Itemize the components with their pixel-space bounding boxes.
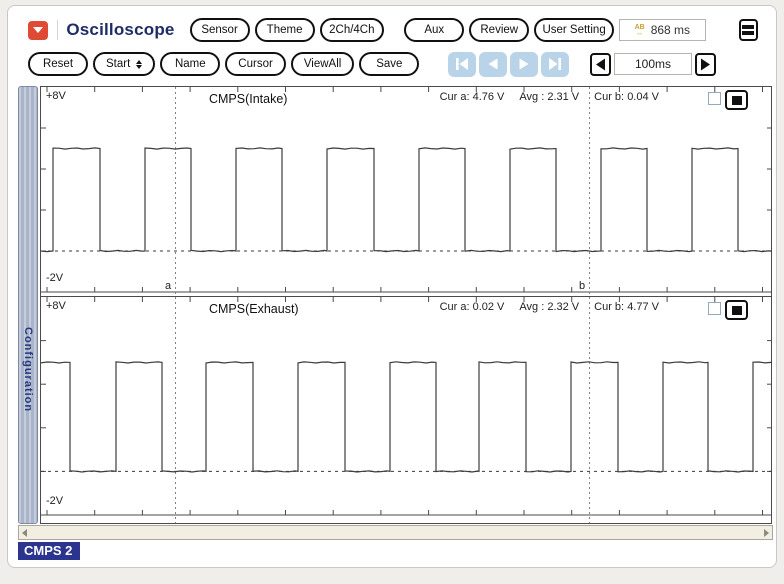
page-title: Oscilloscope	[66, 20, 174, 40]
timebase-value: 100ms	[614, 53, 692, 75]
cursor-a-readout: Cur a: 0.02 V	[440, 301, 505, 313]
avg-readout: Avg : 2.31 V	[519, 91, 579, 103]
chart-panel-intake: ab +8V CMPS(Intake) Cur a: 4.76 V Avg : …	[41, 87, 771, 297]
scroll-right-icon[interactable]	[764, 529, 769, 537]
cursor-delta-time-display: AB ↔ 868 ms	[619, 19, 706, 41]
y-axis-bottom-label: -2V	[46, 272, 63, 284]
menu-icon[interactable]	[739, 19, 758, 41]
cursor-button[interactable]: Cursor	[225, 52, 286, 76]
step-forward-button[interactable]	[510, 52, 538, 77]
skip-first-button[interactable]	[448, 52, 476, 77]
skip-last-button[interactable]	[541, 52, 569, 77]
channel-color-button[interactable]	[725, 90, 748, 110]
right-triangle-icon	[700, 58, 711, 71]
separator	[57, 20, 58, 40]
horizontal-scrollbar[interactable]	[18, 525, 773, 540]
main-area: Configuration ab +8V CMPS(Intake) Cur a:…	[18, 86, 772, 524]
playback-controls	[448, 52, 569, 77]
left-triangle-icon	[595, 58, 606, 71]
cursor-a-label: a	[165, 280, 172, 292]
theme-button[interactable]: Theme	[255, 18, 315, 42]
avg-readout: Avg : 2.32 V	[519, 301, 579, 313]
measurement-readouts: Cur a: 0.02 V Avg : 2.32 V Cur b: 4.77 V	[440, 301, 659, 313]
channel-tab-cmps2[interactable]: CMPS 2	[18, 542, 80, 560]
timebase-control: 100ms	[590, 53, 716, 76]
step-forward-icon	[517, 58, 531, 70]
waveform-plot-intake[interactable]: ab	[41, 87, 772, 297]
review-button[interactable]: Review	[469, 18, 529, 42]
viewall-button[interactable]: ViewAll	[291, 52, 355, 76]
timebase-increase-button[interactable]	[695, 53, 716, 76]
cursor-b-readout: Cur b: 0.04 V	[594, 91, 659, 103]
name-button[interactable]: Name	[160, 52, 220, 76]
step-back-button[interactable]	[479, 52, 507, 77]
dropdown-triangle-icon	[33, 27, 43, 33]
app-window: Oscilloscope Sensor Theme 2Ch/4Ch Aux Re…	[7, 5, 777, 568]
measurement-readouts: Cur a: 4.76 V Avg : 2.31 V Cur b: 0.04 V	[440, 91, 659, 103]
chart-panel-exhaust: +8V CMPS(Exhaust) Cur a: 0.02 V Avg : 2.…	[41, 297, 771, 523]
app-dropdown-button[interactable]	[28, 21, 48, 40]
waveform-plot-exhaust[interactable]	[41, 297, 772, 523]
chart-container: ab +8V CMPS(Intake) Cur a: 4.76 V Avg : …	[40, 86, 772, 524]
channel-color-button[interactable]	[725, 300, 748, 320]
waveform-trace	[41, 148, 772, 252]
sensor-button[interactable]: Sensor	[190, 18, 250, 42]
channel-color-swatch	[732, 96, 742, 105]
channel-checkbox[interactable]	[708, 302, 721, 315]
scroll-left-icon[interactable]	[22, 529, 27, 537]
reset-button[interactable]: Reset	[28, 52, 88, 76]
timebase-decrease-button[interactable]	[590, 53, 611, 76]
channel-color-swatch	[732, 306, 742, 315]
cursor-a-readout: Cur a: 4.76 V	[440, 91, 505, 103]
aux-button[interactable]: Aux	[404, 18, 464, 42]
channel-mode-button[interactable]: 2Ch/4Ch	[320, 18, 385, 42]
skip-last-icon	[548, 58, 562, 70]
waveform-trace	[41, 362, 772, 472]
skip-first-icon	[455, 58, 469, 70]
user-setting-button[interactable]: User Setting	[534, 18, 614, 42]
y-axis-top-label: +8V	[46, 300, 66, 312]
sidebar-tab-configuration[interactable]: Configuration	[18, 86, 38, 524]
sidebar-tab-label: Configuration	[22, 327, 34, 412]
cursor-delta-value: 868 ms	[651, 23, 690, 37]
toolbar-secondary: Reset Start Name Cursor ViewAll Save	[28, 48, 766, 80]
save-button[interactable]: Save	[359, 52, 419, 76]
y-axis-top-label: +8V	[46, 90, 66, 102]
y-axis-bottom-label: -2V	[46, 495, 63, 507]
step-back-icon	[486, 58, 500, 70]
channel-title: CMPS(Exhaust)	[209, 302, 299, 316]
channel-checkbox[interactable]	[708, 92, 721, 105]
cursor-ab-icon: AB ↔	[635, 24, 645, 37]
cursor-b-label: b	[579, 280, 585, 292]
start-button[interactable]: Start	[93, 52, 155, 76]
start-spinner-icon	[136, 60, 142, 69]
channel-tab-row: CMPS 2	[18, 542, 772, 562]
channel-title: CMPS(Intake)	[209, 92, 288, 106]
toolbar-primary: Oscilloscope Sensor Theme 2Ch/4Ch Aux Re…	[28, 14, 766, 46]
cursor-b-readout: Cur b: 4.77 V	[594, 301, 659, 313]
